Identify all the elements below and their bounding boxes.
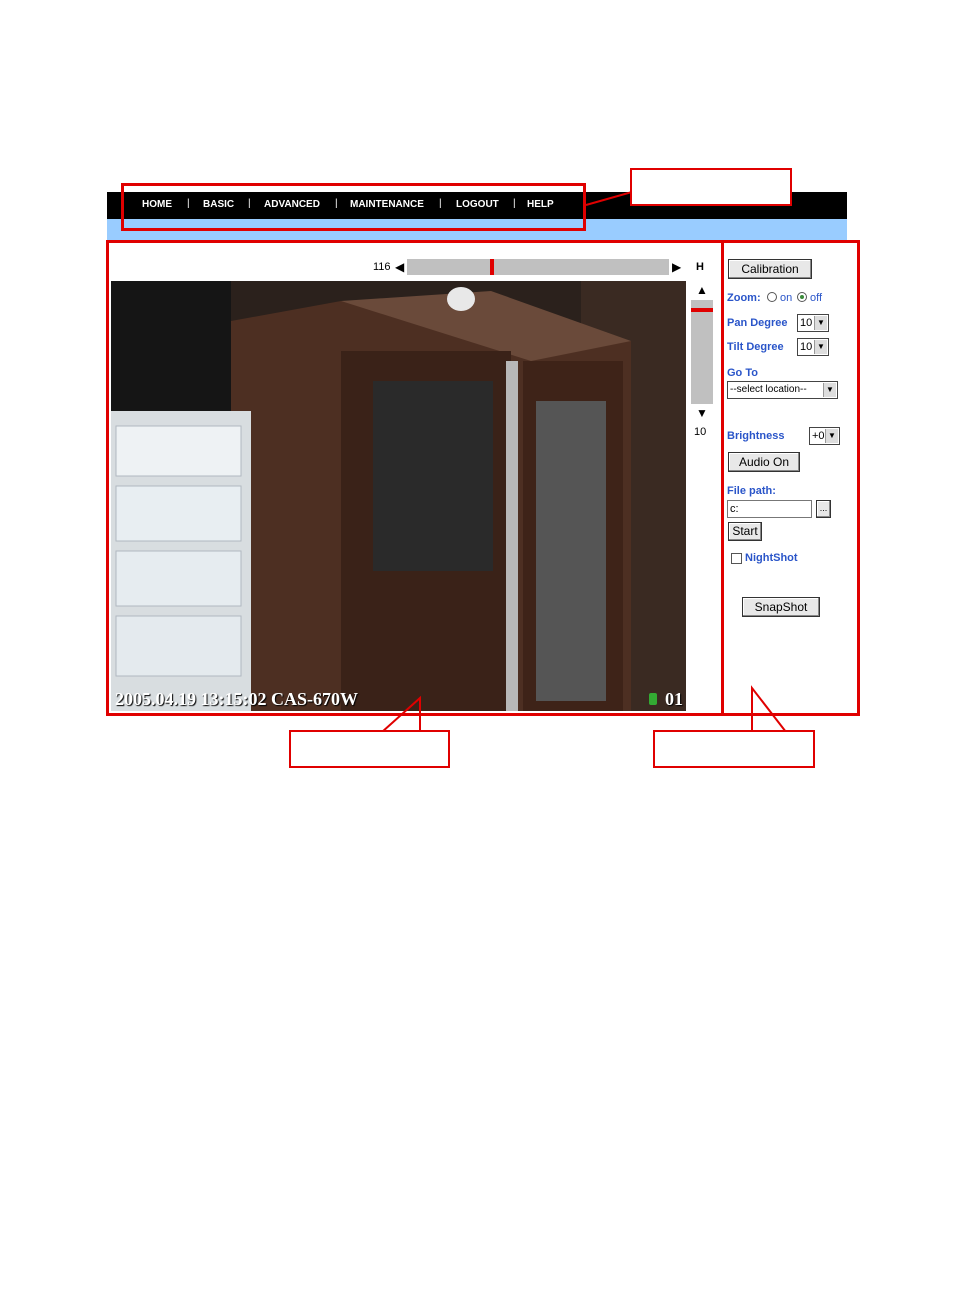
video-callout-box [289,730,450,768]
callout-connectors [381,170,787,733]
controls-callout-box [653,730,815,768]
nav-callout-box [630,168,792,206]
